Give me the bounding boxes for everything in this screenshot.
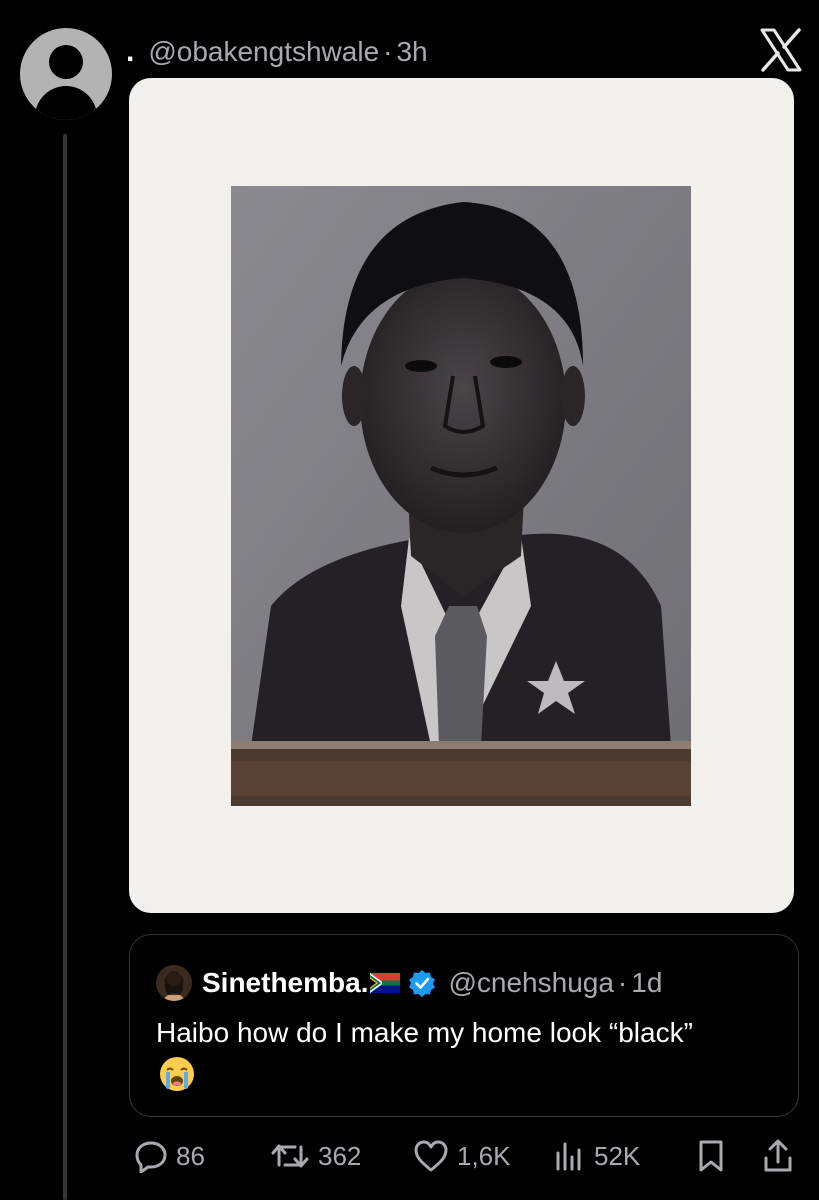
share-icon — [764, 1139, 792, 1172]
quoted-header: Sinethemba. @cnehshuga · 1d — [202, 963, 662, 1003]
share-button[interactable] — [762, 1136, 794, 1176]
thread-line — [63, 134, 67, 1200]
bookmark-button[interactable] — [696, 1136, 726, 1176]
action-bar: 86 362 1,6K 52K — [130, 1136, 800, 1176]
repost-button[interactable]: 362 — [270, 1136, 361, 1176]
views-button[interactable]: 52K — [552, 1136, 640, 1176]
quoted-time[interactable]: 1d — [631, 967, 662, 999]
quoted-handle[interactable]: @cnehshuga — [448, 967, 613, 999]
post-time[interactable]: 3h — [396, 36, 427, 68]
author-avatar[interactable] — [20, 28, 112, 120]
avatar-placeholder-body — [35, 86, 97, 120]
quoted-separator: · — [617, 967, 628, 998]
portrait-photo — [231, 186, 691, 806]
south-africa-flag-icon — [370, 973, 401, 993]
quoted-text: Haibo how do I make my home look “black” — [156, 1017, 693, 1048]
header-separator: · — [383, 36, 393, 67]
avatar-placeholder-head — [49, 45, 83, 79]
post-media[interactable] — [129, 78, 794, 913]
view-count: 52K — [594, 1140, 641, 1171]
portrait-illustration — [231, 186, 691, 806]
like-count: 1,6K — [457, 1140, 511, 1171]
analytics-icon — [556, 1142, 581, 1171]
post-header: . @obakengtshwale · 3h — [126, 32, 428, 72]
quoted-post[interactable]: Sinethemba. @cnehshuga · 1d Haibo how do… — [129, 934, 799, 1117]
quoted-author-avatar[interactable] — [156, 965, 192, 1001]
bookmark-icon — [699, 1140, 723, 1172]
repost-icon — [271, 1144, 309, 1168]
author-handle[interactable]: @obakengtshwale — [148, 36, 379, 68]
quoted-display-name[interactable]: Sinethemba. — [202, 967, 368, 999]
repost-count: 362 — [318, 1140, 362, 1171]
x-logo-icon[interactable] — [756, 26, 806, 74]
heart-icon — [414, 1140, 448, 1172]
loudly-crying-face-icon — [160, 1057, 194, 1091]
reply-button[interactable]: 86 — [134, 1136, 205, 1176]
reply-count: 86 — [176, 1140, 205, 1171]
reply-icon — [135, 1141, 167, 1173]
like-button[interactable]: 1,6K — [413, 1136, 511, 1176]
verified-badge-icon — [409, 970, 436, 997]
author-display-name[interactable]: . — [126, 35, 134, 69]
